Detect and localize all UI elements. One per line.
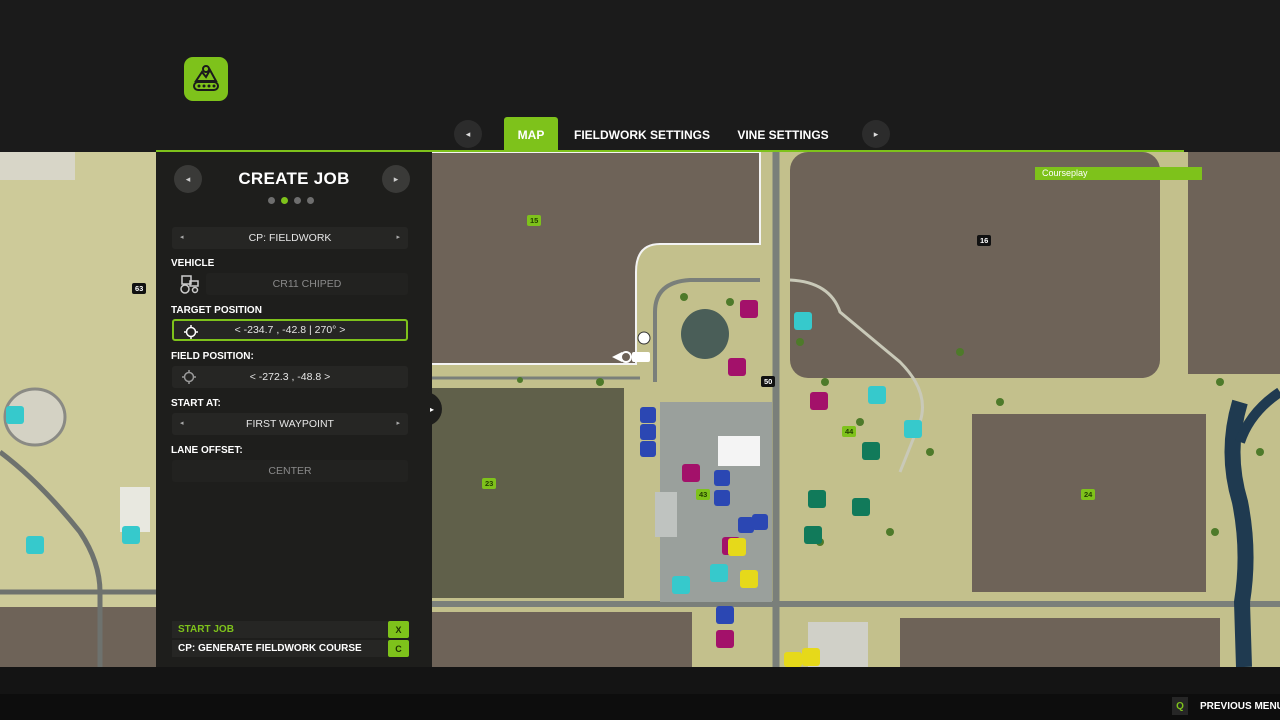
field-position-value: < -272.3 , -48.8 > <box>249 371 331 383</box>
courseplay-logo-icon <box>184 57 228 101</box>
top-bar: ◂ MAP FIELDWORK SETTINGS VINE SETTINGS ▸ <box>0 0 1280 152</box>
tab-prev-button[interactable]: ◂ <box>454 120 482 148</box>
page-dot-active[interactable] <box>281 197 288 204</box>
field-number-label: 24 <box>1081 489 1096 500</box>
chevron-right-icon[interactable]: ▸ <box>396 233 400 241</box>
field-number-label: 43 <box>696 489 711 500</box>
page-dots <box>268 197 314 204</box>
vehicle-field: CR11 CHIPED <box>206 273 408 295</box>
tab-map[interactable]: MAP <box>504 117 558 152</box>
field-number-label: 63 <box>132 283 147 294</box>
field-number-label: 16 <box>977 235 992 246</box>
chevron-left-icon[interactable]: ◂ <box>180 419 184 427</box>
chevron-right-icon[interactable]: ▸ <box>396 419 400 427</box>
previous-menu-key[interactable]: Q <box>1172 697 1188 715</box>
tractor-icon <box>180 275 199 294</box>
lane-offset-selector[interactable]: CENTER <box>172 460 408 482</box>
start-job-button[interactable]: START JOB <box>172 621 388 638</box>
lane-offset-value: CENTER <box>268 465 312 477</box>
generate-course-key[interactable]: C <box>388 640 409 657</box>
start-at-label: START AT: <box>171 398 221 409</box>
crosshair-icon <box>184 325 198 339</box>
previous-menu-button[interactable]: PREVIOUS MENU <box>1200 701 1280 712</box>
vehicle-value: CR11 CHIPED <box>272 278 342 290</box>
tab-fieldwork-settings[interactable]: FIELDWORK SETTINGS <box>572 117 712 152</box>
crosshair-icon <box>182 370 196 384</box>
page-dot[interactable] <box>307 197 314 204</box>
generate-course-button[interactable]: CP: GENERATE FIELDWORK COURSE <box>172 640 388 657</box>
tab-vine-settings[interactable]: VINE SETTINGS <box>733 117 833 152</box>
field-number-label: 23 <box>482 478 497 489</box>
vehicle-label: VEHICLE <box>171 258 215 269</box>
game-screen: ◂ MAP FIELDWORK SETTINGS VINE SETTINGS ▸ <box>0 0 1280 720</box>
field-position-label: FIELD POSITION: <box>171 351 254 362</box>
page-dot[interactable] <box>294 197 301 204</box>
create-job-panel: ◂ CREATE JOB ▸ ◂ CP: FIELDWORK ▸ VEHICLE… <box>156 152 432 667</box>
field-number-label: 50 <box>761 376 776 387</box>
panel-next-button[interactable]: ▸ <box>382 165 410 193</box>
footer-bar <box>0 694 1280 720</box>
target-position-value: < -234.7 , -42.8 | 270° > <box>234 324 346 336</box>
tab-bar: ◂ MAP FIELDWORK SETTINGS VINE SETTINGS ▸ <box>0 117 1280 152</box>
chevron-left-icon[interactable]: ◂ <box>180 233 184 241</box>
target-position-label: TARGET POSITION <box>171 305 262 316</box>
target-position-field[interactable]: < -234.7 , -42.8 | 270° > <box>172 319 408 341</box>
bottom-bar <box>0 667 1280 720</box>
start-at-selector[interactable]: ◂ FIRST WAYPOINT ▸ <box>172 413 408 435</box>
start-job-key[interactable]: X <box>388 621 409 638</box>
page-dot[interactable] <box>268 197 275 204</box>
start-at-value: FIRST WAYPOINT <box>246 418 334 430</box>
tab-next-button[interactable]: ▸ <box>862 120 890 148</box>
job-type-selector[interactable]: ◂ CP: FIELDWORK ▸ <box>172 227 408 249</box>
job-type-value: CP: FIELDWORK <box>248 232 332 244</box>
field-number-label: 15 <box>527 215 542 226</box>
lane-offset-label: LANE OFFSET: <box>171 445 243 456</box>
field-position-field[interactable]: < -272.3 , -48.8 > <box>172 366 408 388</box>
courseplay-label: Courseplay <box>1035 167 1202 180</box>
field-number-label: 44 <box>842 426 857 437</box>
